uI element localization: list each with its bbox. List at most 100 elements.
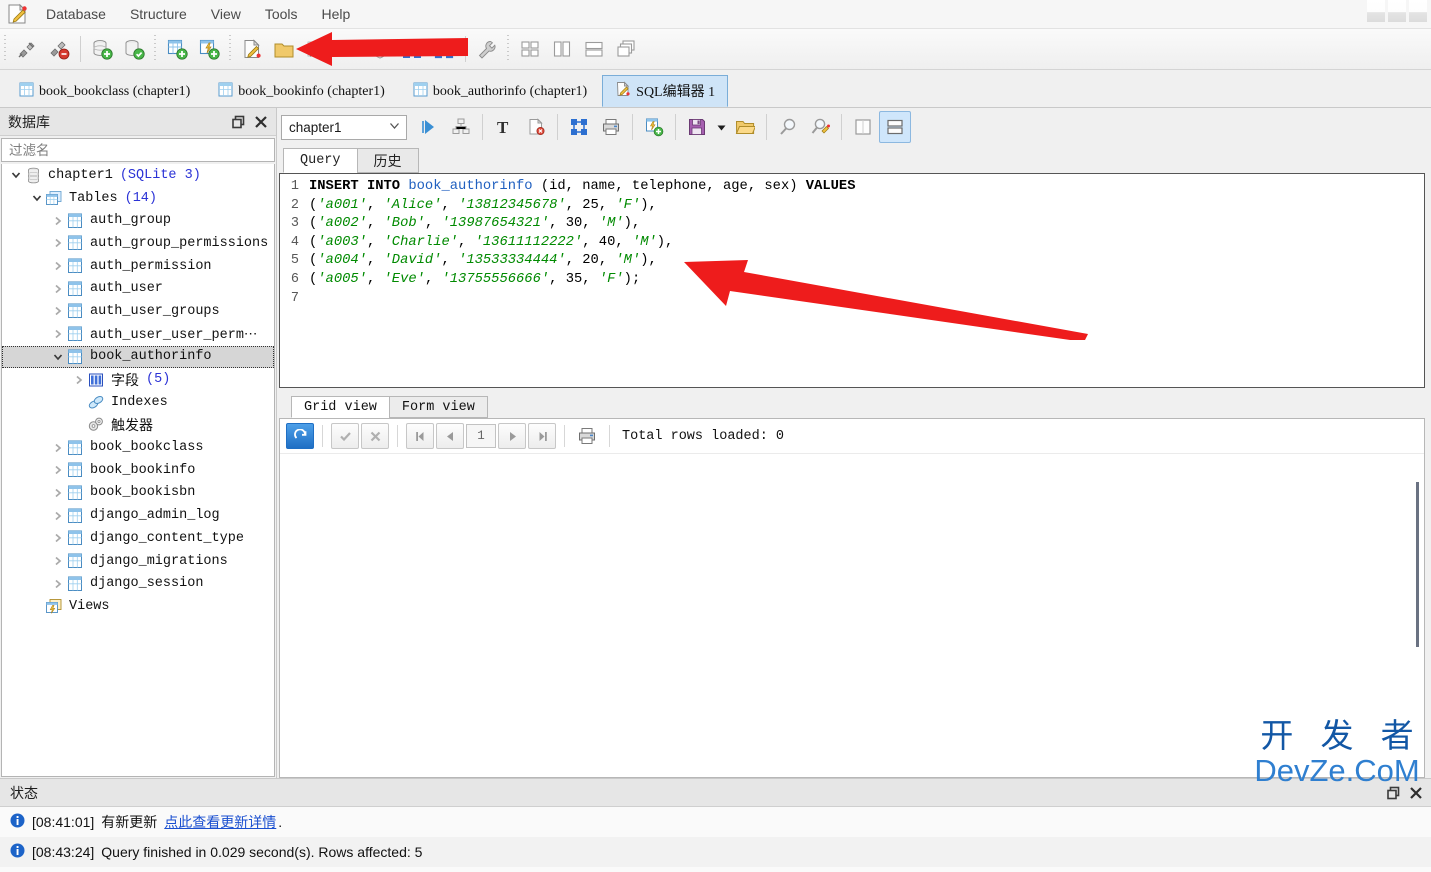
chevron-right-icon[interactable] xyxy=(50,281,66,297)
disconnect-database-button[interactable] xyxy=(43,33,75,65)
doctab-book-authorinfo[interactable]: book_authorinfo (chapter1) xyxy=(400,75,600,107)
doctab-sql-editor-1[interactable]: SQL编辑器 1 xyxy=(602,75,729,107)
export-button[interactable] xyxy=(428,33,460,65)
tab-query[interactable]: Query xyxy=(283,148,358,173)
filter-name-input[interactable] xyxy=(7,141,269,159)
tree-item-auth-permission[interactable]: auth_permission xyxy=(2,255,274,278)
toolbar-grip[interactable] xyxy=(3,35,9,63)
last-page-button[interactable] xyxy=(528,423,556,449)
tile-horizontally-button[interactable] xyxy=(578,33,610,65)
toolbar-grip-3[interactable] xyxy=(228,35,234,63)
chevron-right-icon[interactable] xyxy=(50,235,66,251)
status-link[interactable]: 点此查看更新详情 xyxy=(164,812,276,832)
save-sql-dropdown[interactable] xyxy=(713,111,729,143)
close-icon[interactable] xyxy=(1405,782,1427,804)
create-table-button[interactable] xyxy=(161,33,193,65)
tree-item-book-bookisbn[interactable]: book_bookisbn xyxy=(2,482,274,505)
tab-form-view[interactable]: Form view xyxy=(388,396,488,418)
toolbar-grip-2[interactable] xyxy=(153,35,159,63)
previous-page-button[interactable] xyxy=(436,423,464,449)
tree-item-auth-user[interactable]: auth_user xyxy=(2,277,274,300)
tile-vertically-button[interactable] xyxy=(546,33,578,65)
cascade-windows-button[interactable] xyxy=(610,33,642,65)
close-icon[interactable] xyxy=(250,111,272,133)
tree-item-[interactable]: 触发器 xyxy=(2,414,274,437)
create-view-from-query-button[interactable] xyxy=(638,111,670,143)
rollback-button[interactable] xyxy=(361,423,389,449)
menu-help[interactable]: Help xyxy=(310,3,363,25)
chevron-right-icon[interactable] xyxy=(71,372,87,388)
open-sql-file-button[interactable] xyxy=(729,111,761,143)
find-replace-button[interactable] xyxy=(804,111,836,143)
tree-item-auth-group[interactable]: auth_group xyxy=(2,209,274,232)
menu-tools[interactable]: Tools xyxy=(253,3,310,25)
database-select[interactable]: chapter1 xyxy=(281,114,407,140)
tile-windows-button[interactable] xyxy=(514,33,546,65)
add-database-button[interactable] xyxy=(86,33,118,65)
functions-editor-button[interactable]: fx xyxy=(300,33,332,65)
refresh-grid-button[interactable] xyxy=(286,423,314,449)
minimize-button[interactable] xyxy=(1367,0,1385,22)
commit-button[interactable] xyxy=(331,423,359,449)
doctab-book-bookinfo[interactable]: book_bookinfo (chapter1) xyxy=(205,75,398,107)
tree-item-[interactable]: 字段 (5) xyxy=(2,368,274,391)
extensions-button[interactable] xyxy=(364,33,396,65)
clear-query-button[interactable] xyxy=(520,111,552,143)
chevron-right-icon[interactable] xyxy=(50,258,66,274)
tree-item-indexes[interactable]: Indexes xyxy=(2,391,274,414)
doctab-book-bookclass[interactable]: book_bookclass (chapter1) xyxy=(6,75,203,107)
configuration-button[interactable] xyxy=(471,33,503,65)
tab-grid-view[interactable]: Grid view xyxy=(291,396,390,418)
tree-item-auth-user-user-perm[interactable]: auth_user_user_perm⋯ xyxy=(2,323,274,346)
find-button[interactable] xyxy=(772,111,804,143)
print-grid-button[interactable] xyxy=(573,423,601,449)
page-number-field[interactable]: 1 xyxy=(466,424,496,448)
split-view-button[interactable] xyxy=(879,111,911,143)
chevron-right-icon[interactable] xyxy=(50,553,66,569)
create-index-button[interactable] xyxy=(193,33,225,65)
maximize-button[interactable] xyxy=(1388,0,1406,22)
chevron-right-icon[interactable] xyxy=(50,213,66,229)
tree-item-chapter1[interactable]: chapter1 (SQLite 3) xyxy=(2,164,274,187)
restore-window-icon[interactable] xyxy=(228,111,250,133)
tab-history[interactable]: 历史 xyxy=(356,148,419,173)
chevron-right-icon[interactable] xyxy=(50,303,66,319)
collations-editor-button[interactable] xyxy=(332,33,364,65)
chevron-down-icon[interactable] xyxy=(50,349,66,365)
toggle-results-panel-button[interactable] xyxy=(847,111,879,143)
open-sql-editor-button[interactable] xyxy=(236,33,268,65)
first-page-button[interactable] xyxy=(406,423,434,449)
chevron-down-icon[interactable] xyxy=(8,167,24,183)
chevron-right-icon[interactable] xyxy=(50,485,66,501)
edit-database-button[interactable] xyxy=(118,33,150,65)
tree-item-tables[interactable]: Tables (14) xyxy=(2,187,274,210)
tree-item-views[interactable]: Views xyxy=(2,595,274,618)
chevron-down-icon[interactable] xyxy=(29,190,45,206)
chevron-right-icon[interactable] xyxy=(50,440,66,456)
grid-body[interactable] xyxy=(280,454,1424,777)
tree-item-book-bookinfo[interactable]: book_bookinfo xyxy=(2,459,274,482)
restore-window-icon[interactable] xyxy=(1383,782,1405,804)
grid-vertical-scrollbar[interactable] xyxy=(1414,454,1424,777)
explain-query-button[interactable] xyxy=(445,111,477,143)
menu-structure[interactable]: Structure xyxy=(118,3,199,25)
toolbar-grip-5[interactable] xyxy=(506,35,512,63)
tree-item-django-migrations[interactable]: django_migrations xyxy=(2,550,274,573)
chevron-right-icon[interactable] xyxy=(50,462,66,478)
tree-item-django-content-type[interactable]: django_content_type xyxy=(2,527,274,550)
tree-item-auth-user-groups[interactable]: auth_user_groups xyxy=(2,300,274,323)
scrollbar-thumb[interactable] xyxy=(1416,482,1419,647)
close-button[interactable] xyxy=(1409,0,1427,22)
tree-item-book-bookclass[interactable]: book_bookclass xyxy=(2,436,274,459)
execute-query-button[interactable] xyxy=(413,111,445,143)
save-sql-button[interactable] xyxy=(681,111,713,143)
next-page-button[interactable] xyxy=(498,423,526,449)
database-tree[interactable]: chapter1 (SQLite 3) Tables (14) auth_groupau… xyxy=(1,164,275,777)
chevron-right-icon[interactable] xyxy=(50,326,66,342)
menu-view[interactable]: View xyxy=(199,3,253,25)
export-results-button[interactable] xyxy=(563,111,595,143)
tree-item-django-admin-log[interactable]: django_admin_log xyxy=(2,504,274,527)
chevron-right-icon[interactable] xyxy=(50,530,66,546)
menu-database[interactable]: Database xyxy=(34,3,118,25)
chevron-right-icon[interactable] xyxy=(50,576,66,592)
